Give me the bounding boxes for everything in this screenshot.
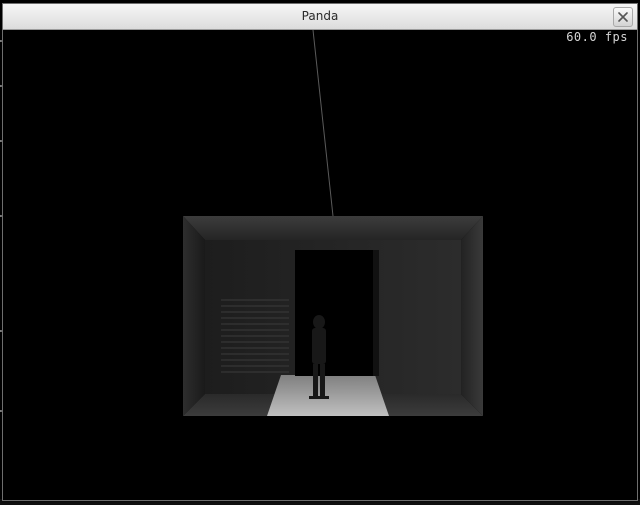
panda-window[interactable]: Panda 60.0 fps (2, 3, 638, 501)
close-button[interactable] (613, 7, 633, 27)
render-viewport[interactable]: 60.0 fps (3, 30, 637, 500)
window-title: Panda (301, 9, 339, 23)
close-icon (618, 12, 628, 22)
3d-scene (183, 30, 483, 416)
room (183, 216, 483, 416)
fps-counter: 60.0 fps (566, 30, 628, 44)
window-titlebar[interactable]: Panda (3, 4, 637, 30)
hanging-line (312, 30, 334, 217)
